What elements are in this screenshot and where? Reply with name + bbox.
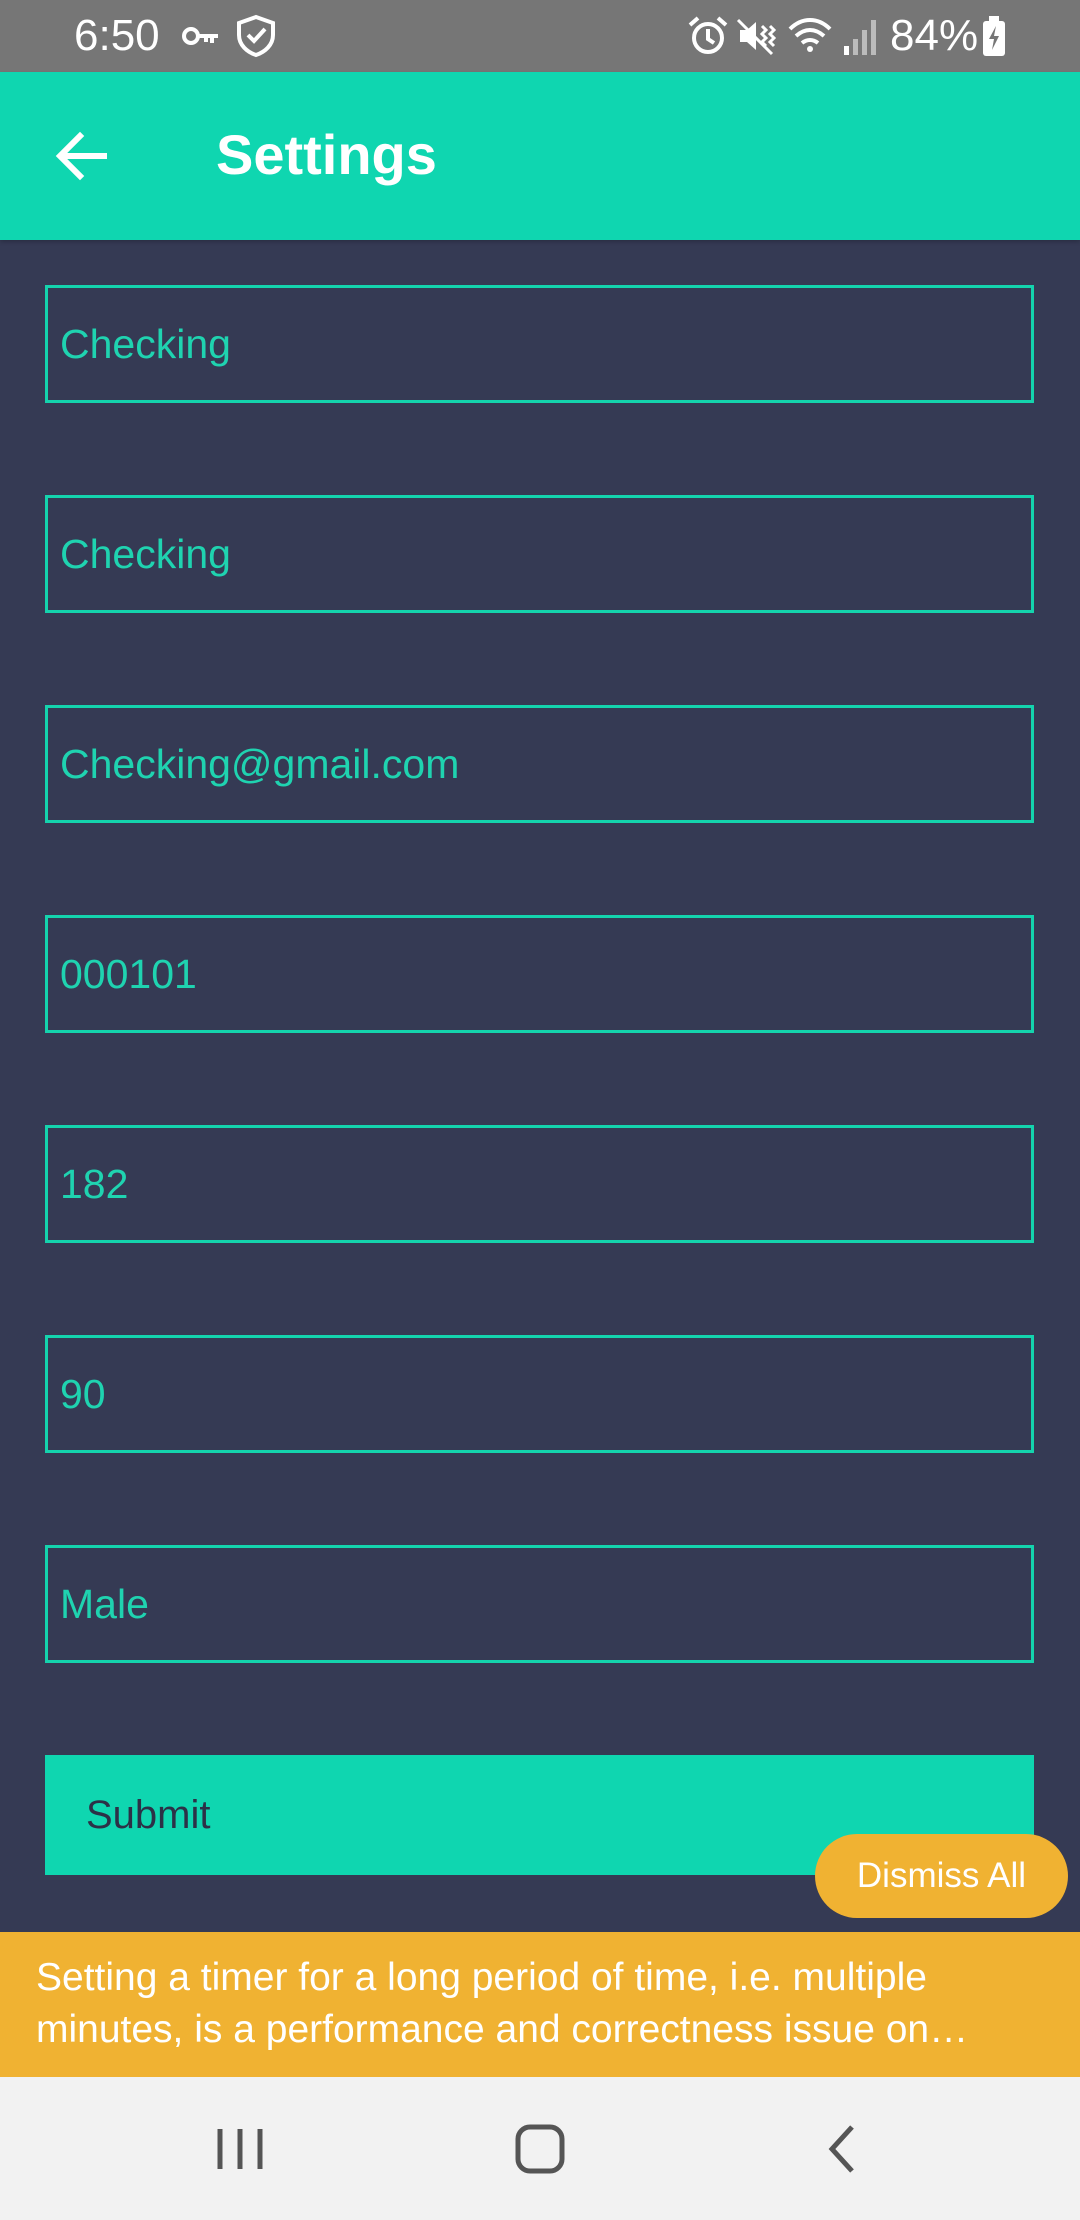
height-field[interactable]: 182 xyxy=(45,1125,1034,1243)
gender-field[interactable]: Male xyxy=(45,1545,1034,1663)
home-icon[interactable] xyxy=(498,2107,582,2191)
signal-icon xyxy=(844,20,876,55)
field-value: Checking xyxy=(60,531,231,577)
field-value: 182 xyxy=(60,1161,129,1207)
recent-apps-icon[interactable] xyxy=(198,2107,282,2191)
email-field[interactable]: Checking@gmail.com xyxy=(45,705,1034,823)
wifi-icon xyxy=(788,18,832,52)
mute-vibrate-icon xyxy=(736,18,777,56)
field-value: 90 xyxy=(60,1371,106,1417)
field-value: Checking@gmail.com xyxy=(60,741,460,787)
field-value: Checking xyxy=(60,321,231,367)
username-field[interactable]: Checking xyxy=(45,495,1034,613)
system-nav-bar xyxy=(0,2077,1080,2220)
submit-label: Submit xyxy=(86,1793,211,1837)
arrow-back-icon[interactable] xyxy=(40,114,124,198)
battery-percentage: 84% xyxy=(890,11,979,60)
warning-message: Setting a timer for a long period of tim… xyxy=(36,1956,930,2051)
shield-check-icon xyxy=(237,14,275,58)
vpn-key-icon xyxy=(182,27,218,45)
status-time: 6:50 xyxy=(74,11,160,60)
name-field[interactable]: Checking xyxy=(45,285,1034,403)
status-bar: 6:50 84% xyxy=(0,0,1080,72)
field-value: Male xyxy=(60,1581,149,1627)
app-bar: Settings xyxy=(0,72,1080,240)
field-value: 000101 xyxy=(60,951,197,997)
page-title: Settings xyxy=(216,123,437,186)
warning-banner[interactable]: Setting a timer for a long period of tim… xyxy=(0,1932,1080,2077)
weight-field[interactable]: 90 xyxy=(45,1335,1034,1453)
battery-charging-icon xyxy=(983,16,1005,56)
alarm-icon xyxy=(688,16,728,54)
id-field[interactable]: 000101 xyxy=(45,915,1034,1033)
back-icon[interactable] xyxy=(802,2107,886,2191)
dismiss-all-button[interactable]: Dismiss All xyxy=(815,1834,1068,1918)
